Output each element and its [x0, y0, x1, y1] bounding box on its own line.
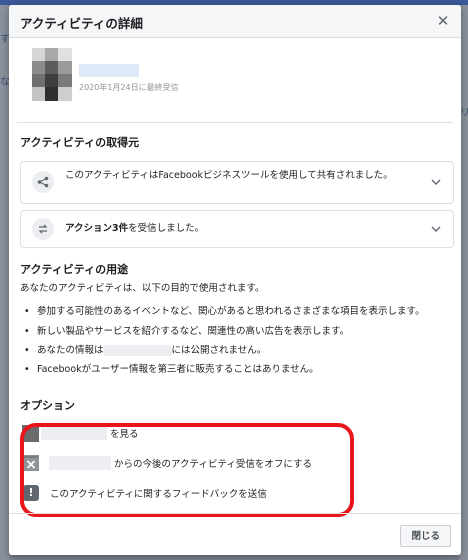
background-text-fragment: リ — [460, 108, 468, 119]
list-item: • 参加する可能性のあるイベントなど、関心があると思われるさまざまな項目を表示しま… — [24, 306, 425, 317]
close-button[interactable]: 閉じる — [400, 525, 451, 547]
sync-arrows-icon — [32, 218, 54, 240]
options-section-title: オプション — [20, 399, 75, 412]
send-feedback-label: このアクティビティに関するフィードバックを送信 — [50, 489, 267, 500]
turn-off-activity-option[interactable]: からの今後のアクティビティ受信をオフにする — [22, 453, 342, 473]
source-section-title: アクティビティの取得元 — [20, 136, 140, 149]
share-icon — [32, 171, 54, 193]
divider — [17, 122, 453, 123]
usage-list: • 参加する可能性のあるイベントなど、関心があると思われるさまざまな項目を表示しま… — [22, 305, 447, 376]
profile-thumbnail-icon — [22, 425, 39, 442]
list-item: • あなたの情報は には公開されません。 — [24, 345, 267, 356]
list-item: • Facebookがユーザー情報を第三者に販売することはありません。 — [24, 364, 319, 375]
dialog-header: アクティビティの詳細 ✕ — [9, 5, 461, 38]
dialog-title: アクティビティの詳細 — [20, 16, 143, 31]
avatar — [32, 48, 72, 104]
sender-name-redacted — [79, 64, 139, 77]
turn-off-activity-label: からの今後のアクティビティ受信をオフにする — [114, 459, 312, 470]
source-item-actions[interactable]: アクション3件を受信しました。 — [20, 210, 454, 248]
usage-section-title: アクティビティの用途 — [20, 263, 129, 276]
chevron-down-icon[interactable] — [429, 175, 443, 189]
actions-count: アクション3件 — [65, 223, 129, 234]
view-profile-label: を見る — [110, 429, 139, 440]
block-icon — [23, 455, 39, 471]
usage-intro: あなたのアクティビティは、以下の目的で使用されます。 — [20, 283, 265, 294]
source-item-business-tools[interactable]: このアクティビティはFacebookビジネスツールを使用して共有されました。 — [20, 161, 454, 204]
dialog-footer: 閉じる — [9, 513, 461, 555]
chevron-down-icon[interactable] — [429, 222, 443, 236]
close-icon[interactable]: ✕ — [433, 11, 453, 31]
source-item-text: アクション3件を受信しました。 — [65, 222, 204, 235]
exclamation-icon: ! — [23, 485, 39, 501]
source-item-text: このアクティビティはFacebookビジネスツールを使用して共有されました。 — [65, 170, 393, 181]
view-profile-option[interactable]: を見る — [22, 423, 342, 443]
send-feedback-option[interactable]: ! このアクティビティに関するフィードバックを送信 — [22, 483, 342, 503]
redacted-name — [103, 345, 172, 356]
actions-received-text: を受信しました。 — [128, 223, 205, 234]
list-item: • 新しい製品やサービスを紹介するなど、関連性の高い広告を表示します。 — [24, 326, 350, 337]
background-left-strip — [0, 5, 9, 560]
activity-details-dialog: アクティビティの詳細 ✕ 2020年1月24日に最終受信 アクティビティの取得元 — [9, 5, 461, 555]
last-received-date: 2020年1月24日に最終受信 — [79, 83, 179, 92]
redacted-name — [41, 426, 107, 440]
redacted-name — [49, 456, 111, 470]
